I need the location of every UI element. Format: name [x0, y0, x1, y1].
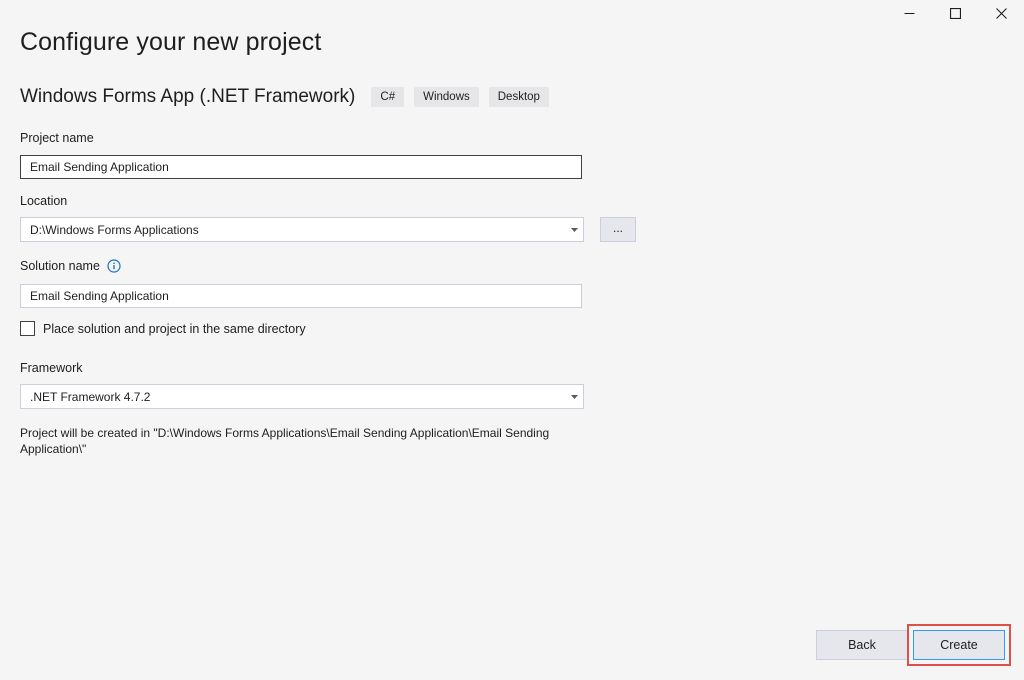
info-icon[interactable] [107, 259, 121, 273]
close-button[interactable] [978, 0, 1024, 26]
tag-platform: Windows [414, 87, 479, 107]
framework-label-text: Framework [20, 361, 83, 375]
same-directory-checkbox[interactable] [20, 321, 35, 336]
tag-project-type: Desktop [488, 87, 549, 107]
solution-name-label-text: Solution name [20, 259, 100, 273]
minimize-icon [904, 8, 915, 19]
maximize-icon [949, 7, 961, 19]
page-title: Configure your new project [20, 28, 322, 56]
same-directory-option[interactable]: Place solution and project in the same d… [20, 321, 306, 336]
dropdown-arrow-icon [565, 385, 583, 408]
browse-location-button[interactable]: ... [600, 217, 636, 242]
dropdown-arrow-icon [565, 218, 583, 241]
solution-name-label: Solution name [20, 259, 121, 273]
project-name-label-text: Project name [20, 131, 94, 145]
create-button[interactable]: Create [913, 630, 1005, 660]
framework-value: .NET Framework 4.7.2 [30, 389, 151, 404]
project-name-input[interactable] [20, 155, 582, 179]
framework-label: Framework [20, 361, 83, 375]
solution-name-input[interactable] [20, 284, 582, 308]
tag-language: C# [371, 87, 405, 107]
location-label: Location [20, 194, 67, 208]
same-directory-label: Place solution and project in the same d… [43, 321, 306, 336]
location-combobox[interactable]: D:\Windows Forms Applications [20, 217, 584, 242]
project-name-label: Project name [20, 131, 94, 145]
maximize-button[interactable] [932, 0, 978, 26]
framework-combobox[interactable]: .NET Framework 4.7.2 [20, 384, 584, 409]
close-icon [995, 7, 1007, 19]
back-button[interactable]: Back [816, 630, 908, 660]
configure-project-window: Configure your new project Windows Forms… [0, 0, 1024, 680]
window-controls [886, 0, 1024, 28]
minimize-button[interactable] [886, 0, 932, 26]
location-label-text: Location [20, 194, 68, 208]
location-value: D:\Windows Forms Applications [30, 222, 199, 237]
project-path-note: Project will be created in "D:\Windows F… [20, 426, 550, 456]
template-header: Windows Forms App (.NET Framework) C# Wi… [20, 86, 559, 108]
template-name: Windows Forms App (.NET Framework) [20, 86, 356, 107]
